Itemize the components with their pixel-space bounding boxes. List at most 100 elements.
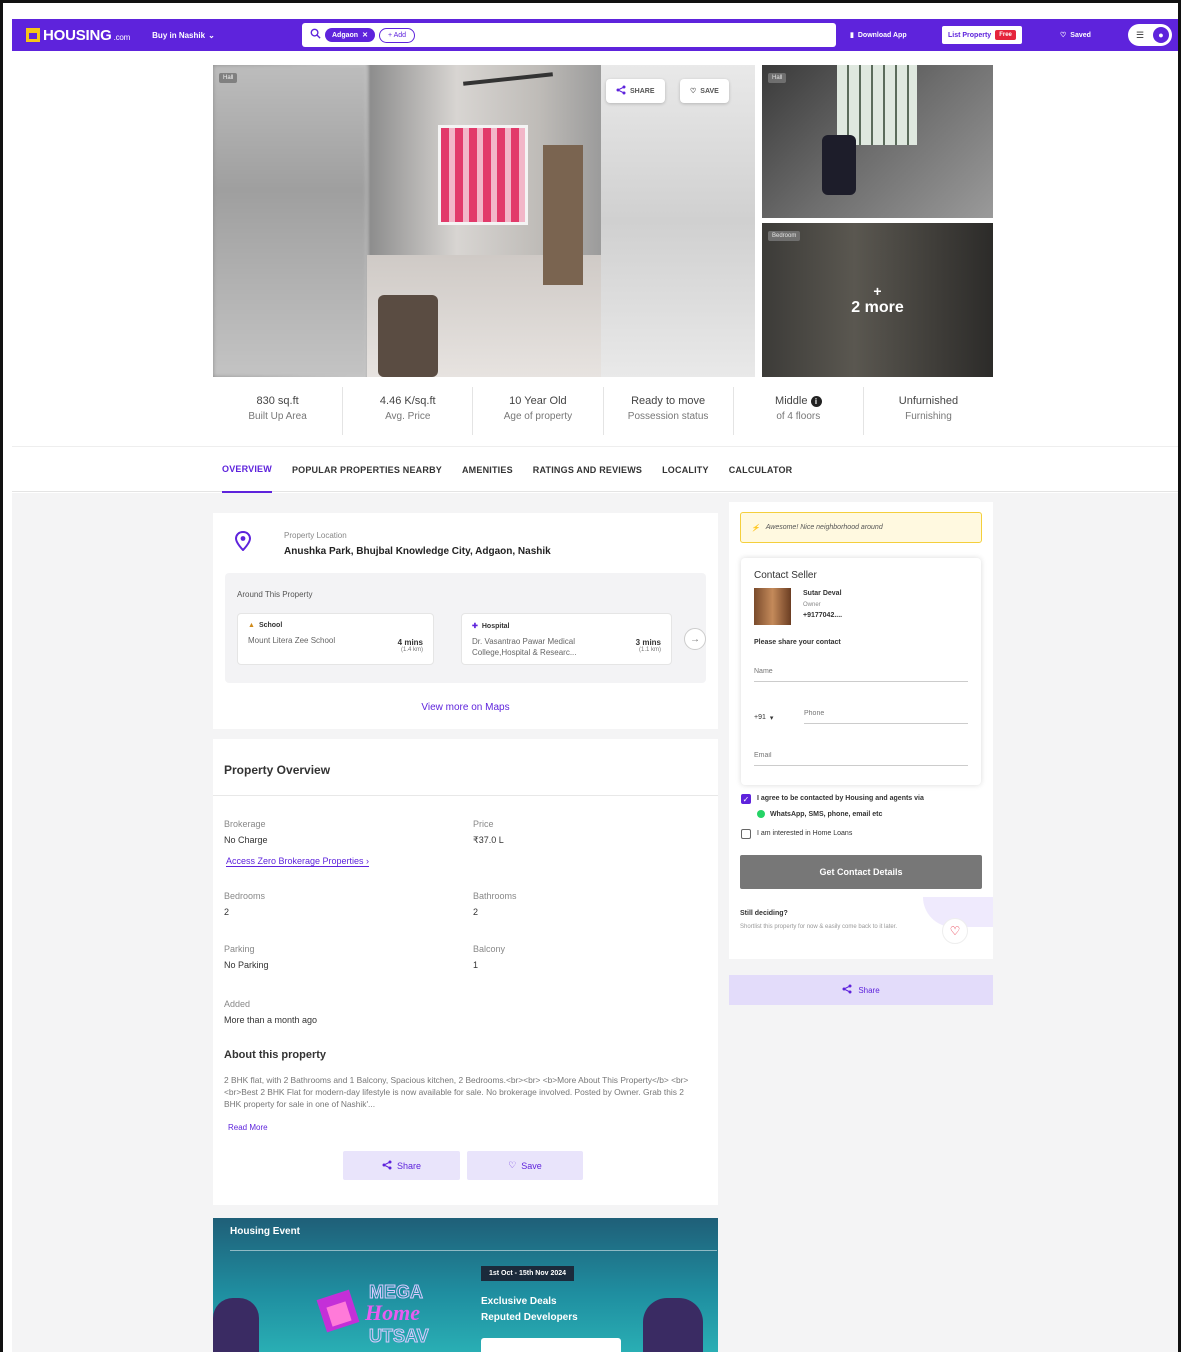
divider <box>213 795 718 796</box>
field-label: Parking <box>224 944 255 954</box>
share-button-label: Share <box>396 1160 422 1171</box>
phone-field[interactable] <box>804 710 968 724</box>
main-photo[interactable]: Hall SHARE ♡ SAVE <box>213 65 755 377</box>
poi-time: 4 mins (1.4 km) <box>398 638 423 653</box>
stat-label: Built Up Area <box>248 411 307 422</box>
parking-field: Parking No Parking <box>224 944 269 970</box>
add-locality-button[interactable]: + Add <box>378 27 416 43</box>
list-property-label: List Property <box>948 31 992 39</box>
blurred-photo-right <box>601 65 755 377</box>
email-field[interactable] <box>754 752 968 766</box>
phone-icon: ▮ <box>850 32 854 39</box>
save-button-label: Save <box>521 1160 542 1171</box>
search-box[interactable]: Adgaon ✕ + Add <box>302 23 836 47</box>
svg-text:UTSAV: UTSAV <box>369 1326 429 1346</box>
shortlist-heart-button[interactable]: ♡ <box>942 918 968 944</box>
poi-category-label: School <box>258 622 283 629</box>
read-more-link[interactable]: Read More <box>228 1123 268 1132</box>
share-icon <box>616 85 626 97</box>
housing-event-banner[interactable]: Housing Event MEGA Home UTSAV 1st Oct - … <box>213 1218 718 1352</box>
tab-overview[interactable]: OVERVIEW <box>222 447 272 493</box>
plus-icon: + <box>873 283 882 299</box>
get-contact-details-button[interactable]: Get Contact Details <box>740 855 982 889</box>
name-field[interactable] <box>754 668 968 682</box>
view-maps-link[interactable]: View more on Maps <box>213 702 718 713</box>
contact-form: Contact Seller Sutar Deval Owner +917704… <box>741 558 981 785</box>
stat-value: 4.46 K/sq.ft <box>379 395 436 407</box>
logo-text: HOUSING <box>43 26 112 44</box>
poi-card-hospital[interactable]: ✚ Hospital Dr. Vasantrao Pawar Medical C… <box>461 613 672 665</box>
gallery-save-button[interactable]: ♡ SAVE <box>680 79 729 103</box>
bathrooms-field: Bathrooms 2 <box>473 891 517 917</box>
locality-chip[interactable]: Adgaon ✕ <box>325 28 375 42</box>
agree-checkbox[interactable]: ✓ <box>741 794 751 804</box>
top-navbar: HOUSING .com Buy in Nashik ⌄ Adgaon ✕ + … <box>12 19 1178 51</box>
zero-brokerage-link[interactable]: Access Zero Brokerage Properties › <box>226 856 370 867</box>
more-photos-button[interactable]: + 2 more <box>762 223 993 377</box>
share-icon <box>382 1160 392 1172</box>
stat-furnishing: Unfurnished Furnishing <box>864 387 993 435</box>
stat-label: Possession status <box>627 411 709 422</box>
location-address: Anushka Park, Bhujbal Knowledge City, Ad… <box>284 546 551 557</box>
info-icon[interactable]: i <box>810 395 822 407</box>
neighborhood-hint: ⚡ Awesome! Nice neighborhood around <box>740 512 982 543</box>
field-value: 2 <box>473 907 479 917</box>
around-title: Around This Property <box>237 590 313 599</box>
save-button[interactable]: ♡ Save <box>467 1151 583 1180</box>
stat-value: Middle <box>775 395 808 407</box>
search-icon <box>310 28 321 42</box>
gallery-share-label: SHARE <box>630 87 655 95</box>
main-photo-label: Hall <box>219 73 238 83</box>
free-badge: Free <box>995 30 1016 40</box>
poi-category: ✚ Hospital <box>472 622 661 631</box>
poi-category-label: Hospital <box>481 622 510 630</box>
about-text: 2 BHK flat, with 2 Bathrooms and 1 Balco… <box>224 1075 689 1109</box>
avatar: ● <box>1153 27 1169 43</box>
close-icon[interactable]: ✕ <box>362 31 368 39</box>
tab-ratings-reviews[interactable]: RATINGS AND REVIEWS <box>533 447 642 493</box>
tab-popular-properties[interactable]: POPULAR PROPERTIES NEARBY <box>292 447 442 493</box>
stat-label: Furnishing <box>905 411 952 422</box>
share-property-button[interactable]: Share <box>729 975 993 1005</box>
profile-menu[interactable]: ☰ ● <box>1128 24 1172 46</box>
location-card: Property Location Anushka Park, Bhujbal … <box>213 513 718 729</box>
country-code: +91 <box>754 714 766 721</box>
home-loan-text: I am interested in Home Loans <box>757 830 853 837</box>
field-value: No Parking <box>224 960 269 970</box>
city-select[interactable]: Buy in Nashik ⌄ <box>152 31 215 40</box>
event-cta-button[interactable] <box>481 1338 621 1352</box>
seller-phone: +9177042.... <box>803 612 843 619</box>
stat-value-wrap: Middle i <box>734 395 863 407</box>
photo-curtain-window <box>438 125 528 225</box>
poi-time-value: 3 mins <box>635 638 661 647</box>
poi-card-school[interactable]: ▲ School Mount Litera Zee School 4 mins … <box>237 613 434 665</box>
list-property-button[interactable]: List Property Free <box>942 26 1022 44</box>
housing-logo[interactable]: HOUSING .com <box>26 27 130 44</box>
school-icon: ▲ <box>248 622 255 629</box>
agree-text-2-wrap: WhatsApp, SMS, phone, email etc <box>757 807 882 823</box>
home-loan-checkbox[interactable] <box>741 829 751 839</box>
svg-text:Home: Home <box>364 1300 420 1325</box>
bedrooms-field: Bedrooms 2 <box>224 891 265 917</box>
event-line-1: Exclusive Deals <box>481 1296 557 1307</box>
side-photo-1[interactable]: Hall <box>762 65 993 218</box>
share-button[interactable]: Share <box>343 1151 460 1180</box>
gallery-share-button[interactable]: SHARE <box>606 79 665 103</box>
tab-calculator[interactable]: CALCULATOR <box>729 447 793 493</box>
tab-locality[interactable]: LOCALITY <box>662 447 709 493</box>
stat-value: Unfurnished <box>898 395 959 407</box>
poi-category: ▲ School <box>248 622 423 629</box>
download-app-button[interactable]: ▮ Download App <box>850 26 907 44</box>
tab-amenities[interactable]: AMENITIES <box>462 447 513 493</box>
saved-button[interactable]: ♡ Saved <box>1060 26 1091 44</box>
section-tabs: OVERVIEW POPULAR PROPERTIES NEARBY AMENI… <box>222 447 792 493</box>
brokerage-field: Brokerage No Charge <box>224 819 268 845</box>
stat-floor: Middle i of 4 floors <box>734 387 864 435</box>
country-code-select[interactable]: +91 ▾ <box>754 714 773 722</box>
heart-icon: ♡ <box>508 1160 517 1170</box>
logo-suffix: .com <box>113 32 131 42</box>
next-arrow-icon[interactable]: → <box>684 628 706 650</box>
divider <box>230 1250 717 1251</box>
stat-built-up-area: 830 sq.ft Built Up Area <box>213 387 344 435</box>
field-value: 2 <box>224 907 230 917</box>
